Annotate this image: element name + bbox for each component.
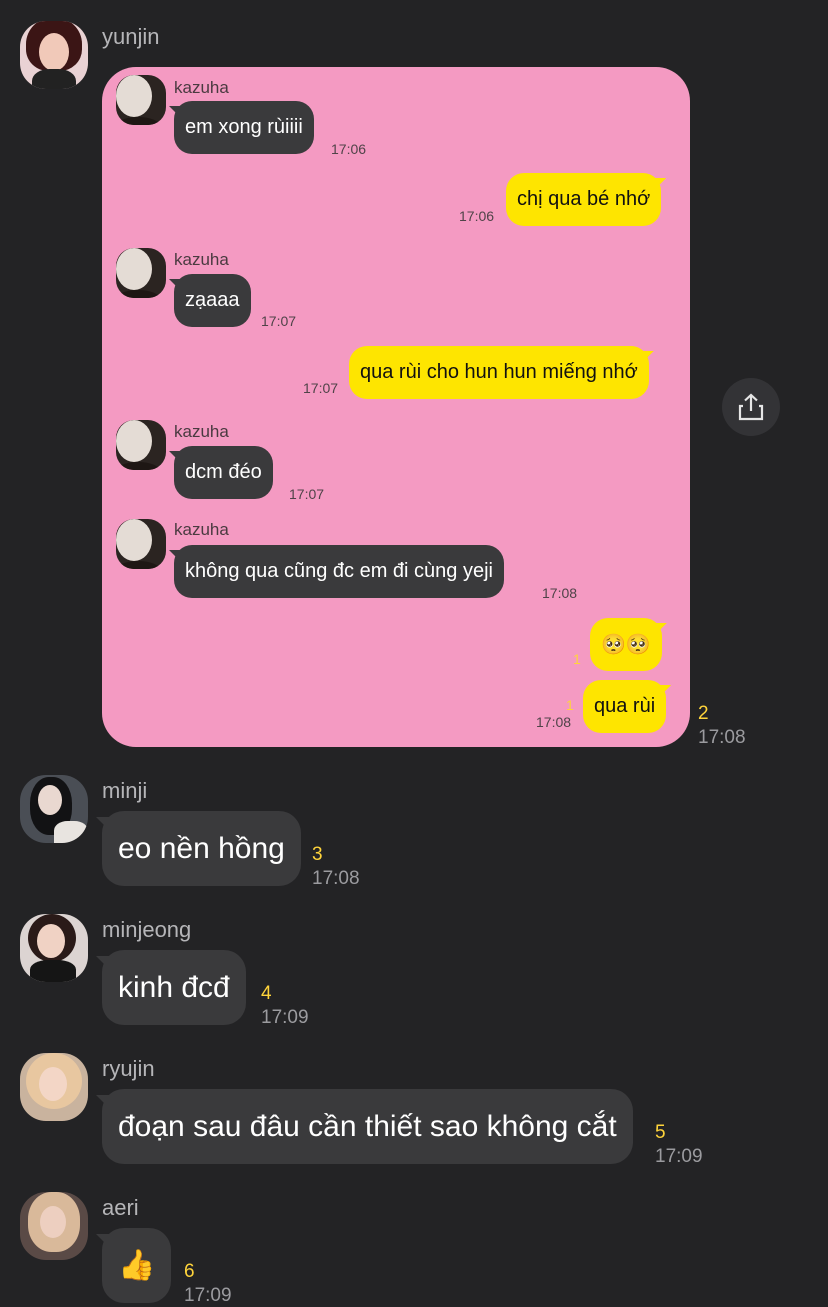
- message-bubble: không qua cũng đc em đi cùng yeji: [174, 545, 504, 598]
- message-bubble: qua rùi cho hun hun miếng nhớ: [349, 346, 649, 399]
- message-bubble[interactable]: kinh đcđ: [102, 950, 246, 1025]
- unread-count: 2: [698, 703, 709, 724]
- chat-screen: yunjin kazuha em xong rùiiii 17:06 17:06…: [0, 0, 828, 1307]
- avatar: [116, 519, 166, 569]
- unread-count: 1: [573, 651, 581, 667]
- message-time: 17:09: [261, 1007, 309, 1028]
- avatar: [116, 75, 166, 125]
- sender-name: ryujin: [102, 1056, 155, 1081]
- message-bubble: zạaaa: [174, 274, 251, 327]
- message-bubble: qua rùi: [583, 680, 667, 733]
- avatar: [116, 420, 166, 470]
- unread-count: 1: [566, 697, 574, 713]
- sender-name: kazuha: [174, 520, 229, 539]
- unread-count: 5: [655, 1122, 666, 1143]
- unread-count: 6: [184, 1261, 195, 1282]
- message-bubble: dcm đéo: [174, 446, 273, 499]
- sender-name: minjeong: [102, 917, 192, 942]
- message-bubble: em xong rùiiii: [174, 101, 314, 154]
- message-bubble: 🥺🥺: [590, 618, 662, 671]
- message-time: 17:08: [698, 727, 746, 748]
- sender-name: yunjin: [102, 24, 160, 49]
- message-bubble[interactable]: 👍: [102, 1228, 172, 1303]
- message-bubble[interactable]: đoạn sau đâu cần thiết sao không cắt: [102, 1089, 633, 1164]
- avatar: [116, 248, 166, 298]
- message-bubble: chị qua bé nhớ: [506, 173, 662, 226]
- sender-name: kazuha: [174, 422, 229, 441]
- unread-count: 4: [261, 983, 272, 1004]
- share-button[interactable]: [722, 378, 780, 436]
- message-time: 17:06: [459, 208, 495, 224]
- message-time: 17:09: [184, 1285, 232, 1306]
- sender-name: aeri: [102, 1195, 139, 1220]
- avatar[interactable]: [20, 21, 88, 89]
- avatar[interactable]: [20, 1053, 88, 1121]
- sender-name: kazuha: [174, 250, 229, 269]
- unread-count: 3: [312, 844, 323, 865]
- avatar[interactable]: [20, 775, 88, 843]
- message-time: 17:06: [331, 141, 367, 157]
- share-icon: [738, 393, 764, 421]
- message-time: 17:09: [655, 1146, 703, 1167]
- message-time: 17:08: [542, 585, 578, 601]
- message-bubble[interactable]: eo nền hồng: [102, 811, 301, 886]
- message-time: 17:07: [289, 486, 325, 502]
- sender-name: minji: [102, 778, 148, 803]
- message-time: 17:08: [312, 868, 360, 889]
- message-time: 17:08: [536, 714, 572, 730]
- message-time: 17:07: [261, 313, 297, 329]
- image-message[interactable]: kazuha em xong rùiiii 17:06 17:06 chị qu…: [102, 67, 690, 747]
- avatar[interactable]: [20, 1192, 88, 1260]
- sender-name: kazuha: [174, 78, 229, 97]
- message-time: 17:07: [303, 380, 339, 396]
- avatar[interactable]: [20, 914, 88, 982]
